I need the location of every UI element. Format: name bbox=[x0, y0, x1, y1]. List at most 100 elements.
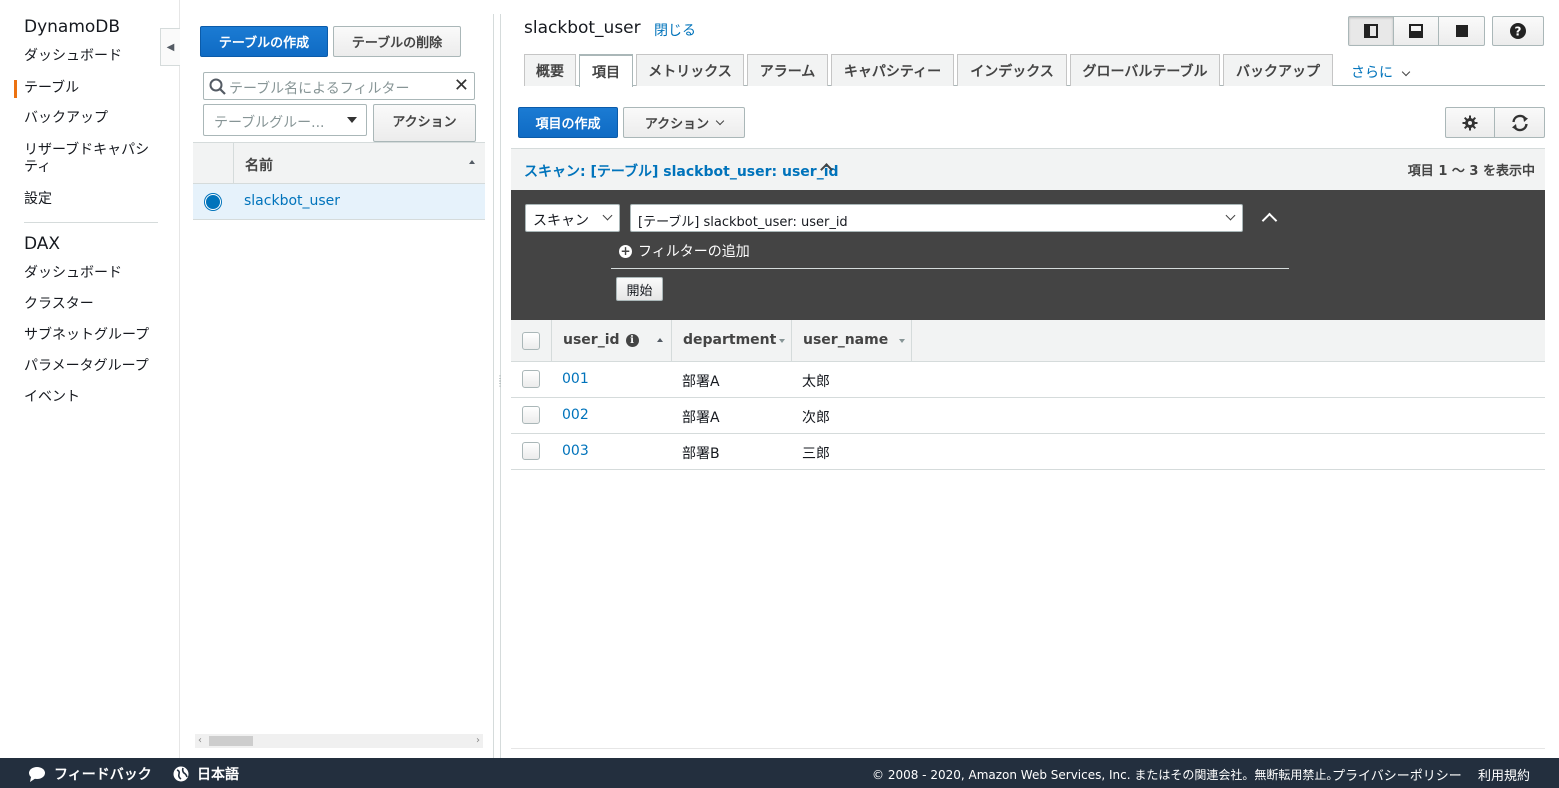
panel-splitter[interactable]: ⋮ ⋮ bbox=[493, 14, 504, 758]
copyright-text: © 2008 - 2020, Amazon Web Services, Inc.… bbox=[872, 768, 1339, 782]
add-filter-label: フィルターの追加 bbox=[638, 244, 750, 260]
svg-text:?: ? bbox=[1515, 25, 1522, 39]
item-actions-button[interactable]: アクション bbox=[623, 107, 745, 138]
cell-user-id[interactable]: 003 bbox=[562, 443, 589, 459]
nav-divider bbox=[24, 222, 158, 223]
info-icon[interactable]: i bbox=[625, 333, 639, 347]
scan-summary-header[interactable]: スキャン: [テーブル] slackbot_user: user_id 項目 1… bbox=[511, 148, 1545, 190]
create-table-button[interactable]: テーブルの作成 bbox=[200, 26, 328, 57]
nav-item-dashboard[interactable]: ダッシュボード bbox=[24, 48, 164, 65]
privacy-policy-link[interactable]: プライバシーポリシー bbox=[1332, 765, 1462, 784]
row-checkbox[interactable] bbox=[522, 442, 540, 460]
split-horizontal-icon bbox=[1409, 24, 1423, 38]
table-filter-input[interactable]: テーブル名によるフィルター ✕ bbox=[203, 72, 475, 100]
result-count: 項目 1 〜 3 を表示中 bbox=[1407, 164, 1535, 179]
cell-user-id[interactable]: 001 bbox=[562, 371, 589, 387]
chevron-down-icon bbox=[602, 210, 613, 221]
tab-items[interactable]: 項目 bbox=[579, 54, 633, 87]
name-column-header[interactable]: 名前 bbox=[245, 155, 273, 175]
layout-split-bottom-button[interactable] bbox=[1394, 17, 1439, 45]
tab-backups[interactable]: バックアップ bbox=[1223, 54, 1333, 86]
settings-button[interactable] bbox=[1446, 108, 1495, 137]
nav-item-backups[interactable]: バックアップ bbox=[24, 110, 164, 127]
tab-capacity[interactable]: キャパシティー bbox=[831, 54, 954, 86]
nav-item-clusters[interactable]: クラスター bbox=[24, 296, 164, 313]
cell-user-id[interactable]: 002 bbox=[562, 407, 589, 423]
layout-split-right-button[interactable] bbox=[1349, 17, 1394, 45]
nav-item-subnet-groups[interactable]: サブネットグループ bbox=[24, 327, 164, 344]
terms-link[interactable]: 利用規約 bbox=[1478, 765, 1530, 784]
globe-icon bbox=[173, 766, 189, 782]
scan-target-select[interactable]: [テーブル] slackbot_user: user_id bbox=[630, 204, 1243, 232]
filter-placeholder: テーブル名によるフィルター bbox=[229, 81, 410, 97]
start-scan-button[interactable]: 開始 bbox=[616, 277, 663, 301]
column-header-user-name[interactable]: user_name bbox=[792, 320, 912, 361]
select-all-checkbox[interactable] bbox=[522, 332, 540, 350]
drag-handle-icon: ⋮ ⋮ bbox=[496, 374, 504, 388]
table-group-select[interactable]: テーブルグルー... bbox=[203, 104, 367, 136]
nav-item-parameter-groups[interactable]: パラメータグループ bbox=[24, 358, 164, 375]
table-row[interactable]: 003 部署B 三郎 bbox=[511, 434, 1545, 470]
cell-user-name: 三郎 bbox=[802, 446, 830, 462]
nav-title-dax[interactable]: DAX bbox=[24, 234, 60, 254]
tab-metrics[interactable]: メトリックス bbox=[636, 54, 744, 86]
table-select-radio[interactable] bbox=[205, 194, 221, 210]
horizontal-scrollbar[interactable]: ‹ › bbox=[195, 734, 483, 748]
clear-icon[interactable]: ✕ bbox=[454, 77, 469, 95]
table-group-placeholder: テーブルグルー... bbox=[214, 115, 325, 131]
sort-icon[interactable] bbox=[779, 339, 785, 343]
nav-item-events[interactable]: イベント bbox=[24, 389, 164, 406]
full-panel-icon bbox=[1455, 25, 1468, 37]
table-name-link[interactable]: slackbot_user bbox=[244, 193, 340, 209]
create-item-button[interactable]: 項目の作成 bbox=[518, 107, 618, 138]
tab-indexes[interactable]: インデックス bbox=[957, 54, 1067, 86]
feedback-label: フィードバック bbox=[54, 767, 152, 783]
chevron-up-icon[interactable] bbox=[1261, 212, 1278, 229]
chevron-down-icon bbox=[1402, 67, 1411, 77]
tab-alarms[interactable]: アラーム bbox=[747, 54, 828, 86]
delete-table-button[interactable]: テーブルの削除 bbox=[333, 26, 461, 57]
nav-item-dax-dashboard[interactable]: ダッシュボード bbox=[24, 265, 164, 282]
scrollbar-thumb[interactable] bbox=[209, 736, 253, 746]
refresh-button[interactable] bbox=[1495, 108, 1544, 137]
tab-more[interactable]: さらに bbox=[1351, 62, 1411, 82]
table-row[interactable]: slackbot_user bbox=[193, 184, 485, 220]
sort-asc-icon[interactable] bbox=[657, 338, 663, 342]
scan-summary-title[interactable]: スキャン: [テーブル] slackbot_user: user_id bbox=[524, 161, 839, 181]
nav-title-dynamodb[interactable]: DynamoDB bbox=[24, 17, 120, 37]
sort-asc-icon[interactable] bbox=[469, 160, 475, 164]
tab-global-tables[interactable]: グローバルテーブル bbox=[1070, 54, 1220, 86]
language-selector[interactable]: 日本語 bbox=[173, 764, 239, 784]
row-checkbox[interactable] bbox=[522, 370, 540, 388]
footer: フィードバック 日本語 © 2008 - 2020, Amazon Web Se… bbox=[0, 758, 1559, 788]
panel-bottom-border bbox=[511, 748, 1545, 749]
cell-user-name: 太郎 bbox=[802, 374, 830, 390]
chevron-left-icon: ◀ bbox=[166, 41, 175, 53]
column-label: user_name bbox=[803, 332, 889, 348]
column-header-department[interactable]: department bbox=[672, 320, 792, 361]
nav-item-settings[interactable]: 設定 bbox=[24, 191, 164, 208]
table-actions-button[interactable]: アクション bbox=[373, 104, 476, 142]
add-filter-button[interactable]: + フィルターの追加 bbox=[619, 241, 750, 261]
table-row[interactable]: 002 部署A 次郎 bbox=[511, 398, 1545, 434]
table-list-header: 名前 bbox=[193, 142, 485, 184]
nav-item-tables[interactable]: テーブル bbox=[14, 80, 164, 98]
help-button[interactable]: ? bbox=[1492, 16, 1544, 46]
feedback-link[interactable]: フィードバック bbox=[28, 764, 152, 784]
scan-mode-select[interactable]: スキャン bbox=[525, 204, 620, 232]
row-checkbox[interactable] bbox=[522, 406, 540, 424]
sort-icon[interactable] bbox=[899, 339, 905, 343]
cell-department: 部署A bbox=[682, 374, 720, 390]
grid-header: user_id i department user_name bbox=[511, 320, 1545, 362]
nav-item-reserved-capacity[interactable]: リザーブドキャパシティ bbox=[24, 142, 156, 176]
scroll-left-icon[interactable]: ‹ bbox=[198, 734, 202, 748]
item-actions-label: アクション bbox=[644, 117, 710, 132]
column-header-user-id[interactable]: user_id i bbox=[552, 320, 672, 361]
scroll-right-icon[interactable]: › bbox=[476, 734, 480, 748]
help-icon: ? bbox=[1510, 23, 1526, 39]
tab-overview[interactable]: 概要 bbox=[524, 54, 576, 86]
table-row[interactable]: 001 部署A 太郎 bbox=[511, 362, 1545, 398]
collapse-nav-button[interactable]: ◀ bbox=[160, 28, 180, 66]
layout-full-button[interactable] bbox=[1439, 17, 1484, 45]
close-link[interactable]: 閉じる bbox=[654, 20, 696, 40]
